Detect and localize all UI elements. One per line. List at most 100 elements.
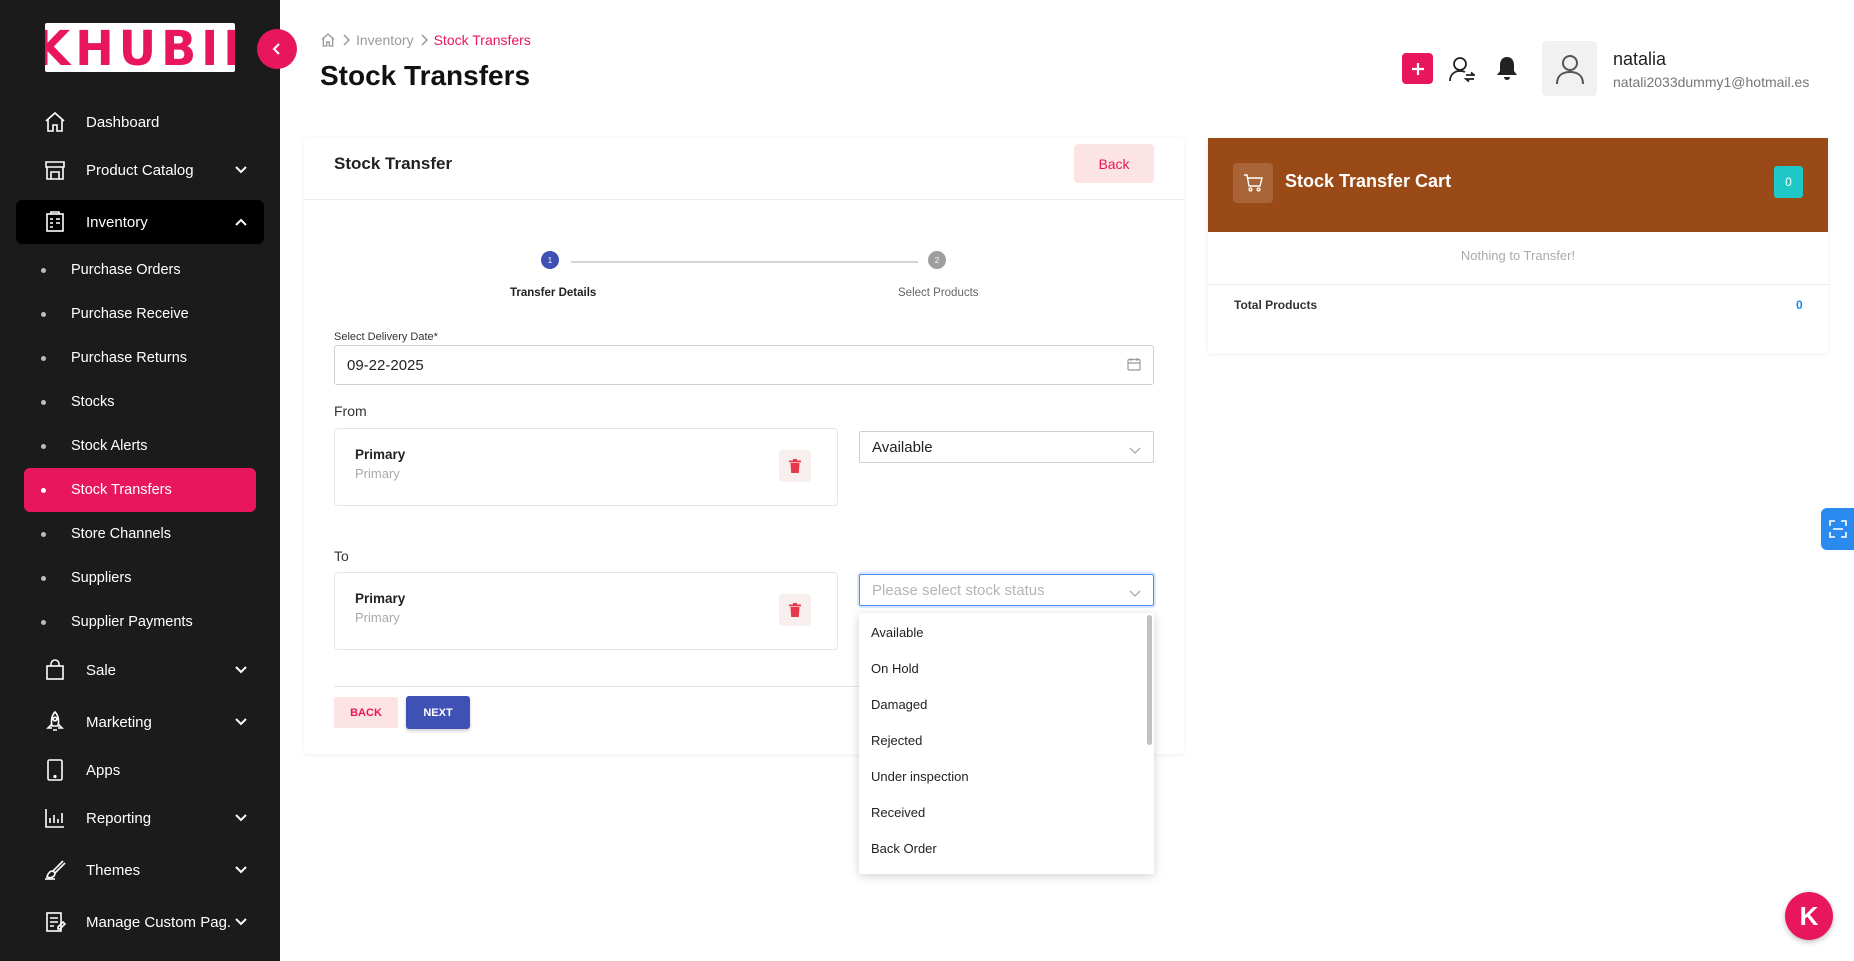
delivery-date-input[interactable]: 09-22-2025: [334, 345, 1154, 385]
from-label: From: [334, 403, 367, 419]
bullet-dot: [41, 575, 46, 581]
step-2-dot[interactable]: 2: [928, 251, 946, 269]
from-status-select[interactable]: Available: [859, 431, 1154, 463]
sidebar-sub-stock-transfers[interactable]: Stock Transfers: [24, 468, 256, 512]
to-location-name: Primary: [355, 591, 406, 606]
sidebar-item-inventory[interactable]: Inventory: [16, 200, 264, 244]
bullet-dot: [41, 267, 46, 273]
calendar-icon: [1127, 357, 1141, 375]
sidebar-item-sale[interactable]: Sale: [16, 648, 264, 692]
from-delete-button[interactable]: [779, 450, 811, 482]
bullet-dot: [41, 311, 46, 317]
cart-icon: [1233, 163, 1273, 203]
next-button[interactable]: NEXT: [406, 696, 470, 729]
sidebar-sub-purchase-receive[interactable]: Purchase Receive: [24, 292, 256, 336]
sidebar-sub-stocks[interactable]: Stocks: [24, 380, 256, 424]
sidebar-sub-label: Purchase Receive: [71, 306, 189, 322]
sidebar-sub-label: Store Channels: [71, 526, 171, 542]
sidebar-item-reporting[interactable]: Reporting: [16, 796, 264, 840]
chevron-down-icon: [232, 814, 250, 822]
sidebar-sub-label: Supplier Payments: [71, 614, 193, 630]
sidebar-sub-stock-alerts[interactable]: Stock Alerts: [24, 424, 256, 468]
dropdown-option[interactable]: Back Order: [871, 841, 937, 856]
scan-icon: [1828, 520, 1847, 538]
sidebar-item-label: Manage Custom Pag...: [86, 913, 232, 931]
brush-icon: [40, 855, 70, 885]
dropdown-option[interactable]: Rejected: [871, 733, 922, 748]
page-title: Stock Transfers: [320, 60, 531, 91]
from-status-value: Available: [872, 438, 933, 456]
sidebar-item-label: Reporting: [86, 809, 152, 827]
sidebar-sub-label: Stock Alerts: [71, 438, 148, 454]
to-location-card: Primary Primary: [334, 572, 838, 650]
to-status-select[interactable]: Please select stock status: [859, 574, 1154, 606]
sidebar-item-label: Themes: [86, 861, 141, 879]
khubii-logo[interactable]: KHUBII: [45, 23, 235, 72]
from-location-sub: Primary: [355, 466, 400, 481]
bar-chart-icon: [40, 803, 70, 833]
sidebar-item-themes[interactable]: Themes: [16, 848, 264, 892]
sidebar-collapse-button[interactable]: [257, 29, 297, 69]
sidebar: KHUBII Dashboard Product Catalog Invento…: [0, 0, 280, 961]
khubii-help-button[interactable]: K: [1785, 892, 1833, 940]
chevron-down-icon: [232, 866, 250, 874]
back-button[interactable]: Back: [1074, 144, 1154, 183]
sidebar-item-apps[interactable]: Apps: [16, 748, 264, 792]
screenshot-tool-button[interactable]: [1821, 508, 1854, 550]
dropdown-option[interactable]: Damaged: [871, 697, 927, 712]
bullet-dot: [41, 487, 46, 493]
breadcrumb-parent-link[interactable]: Inventory: [356, 32, 414, 48]
delivery-date-label: Select Delivery Date*: [334, 331, 438, 343]
sidebar-item-label: Apps: [86, 761, 121, 779]
sidebar-item-manage-custom-pages[interactable]: Manage Custom Pag...: [16, 900, 264, 944]
sidebar-sub-purchase-orders[interactable]: Purchase Orders: [24, 248, 256, 292]
user-icon: [1555, 54, 1584, 84]
dropdown-scrollbar[interactable]: [1147, 615, 1152, 745]
sidebar-item-product-catalog[interactable]: Product Catalog: [16, 148, 264, 192]
chevron-left-icon: [272, 43, 280, 55]
sidebar-item-label: Marketing: [86, 713, 152, 731]
sidebar-sub-label: Purchase Returns: [71, 350, 188, 366]
user-email: natali2033dummy1@hotmail.es: [1613, 74, 1810, 90]
sidebar-sub-suppliers[interactable]: Suppliers: [24, 556, 256, 600]
chevron-down-icon: [232, 166, 250, 174]
chevron-down-icon: [1129, 585, 1141, 602]
cart-count-badge: 0: [1774, 166, 1803, 198]
cart-title: Stock Transfer Cart: [1285, 171, 1452, 191]
dropdown-option[interactable]: Available: [871, 625, 924, 640]
chevron-up-icon: [232, 218, 250, 226]
sidebar-item-label: Product Catalog: [86, 161, 194, 179]
cart-total-label: Total Products: [1234, 298, 1318, 312]
home-icon: [40, 107, 70, 137]
chevron-down-icon: [232, 666, 250, 674]
inventory-icon: [40, 207, 70, 237]
home-icon[interactable]: [320, 32, 336, 48]
step-1-dot[interactable]: 1: [541, 251, 559, 269]
notifications-button[interactable]: [1492, 53, 1522, 85]
stepper-line: [571, 261, 918, 263]
stock-status-dropdown: Available On Hold Damaged Rejected Under…: [859, 613, 1154, 874]
sidebar-sub-store-channels[interactable]: Store Channels: [24, 512, 256, 556]
chevron-right-icon: [342, 34, 350, 46]
bullet-dot: [41, 531, 46, 537]
sidebar-sub-purchase-returns[interactable]: Purchase Returns: [24, 336, 256, 380]
page-icon: [40, 907, 70, 937]
add-button[interactable]: [1402, 53, 1433, 84]
step-back-button[interactable]: BACK: [334, 697, 398, 728]
to-location-sub: Primary: [355, 610, 400, 625]
delivery-date-value: 09-22-2025: [347, 356, 424, 374]
avatar[interactable]: [1542, 41, 1597, 96]
bullet-dot: [41, 399, 46, 405]
dropdown-option[interactable]: Received: [871, 805, 925, 820]
chevron-right-icon: [420, 34, 428, 46]
dropdown-option[interactable]: On Hold: [871, 661, 919, 676]
rocket-icon: [40, 707, 70, 737]
user-switch-button[interactable]: [1447, 53, 1477, 85]
to-delete-button[interactable]: [779, 594, 811, 626]
sidebar-item-marketing[interactable]: Marketing: [16, 700, 264, 744]
dropdown-option[interactable]: Under inspection: [871, 769, 969, 784]
to-status-placeholder: Please select stock status: [872, 581, 1045, 599]
sidebar-sub-supplier-payments[interactable]: Supplier Payments: [24, 600, 256, 644]
sidebar-item-dashboard[interactable]: Dashboard: [16, 100, 264, 144]
logo-text: KHUBII: [45, 23, 235, 72]
